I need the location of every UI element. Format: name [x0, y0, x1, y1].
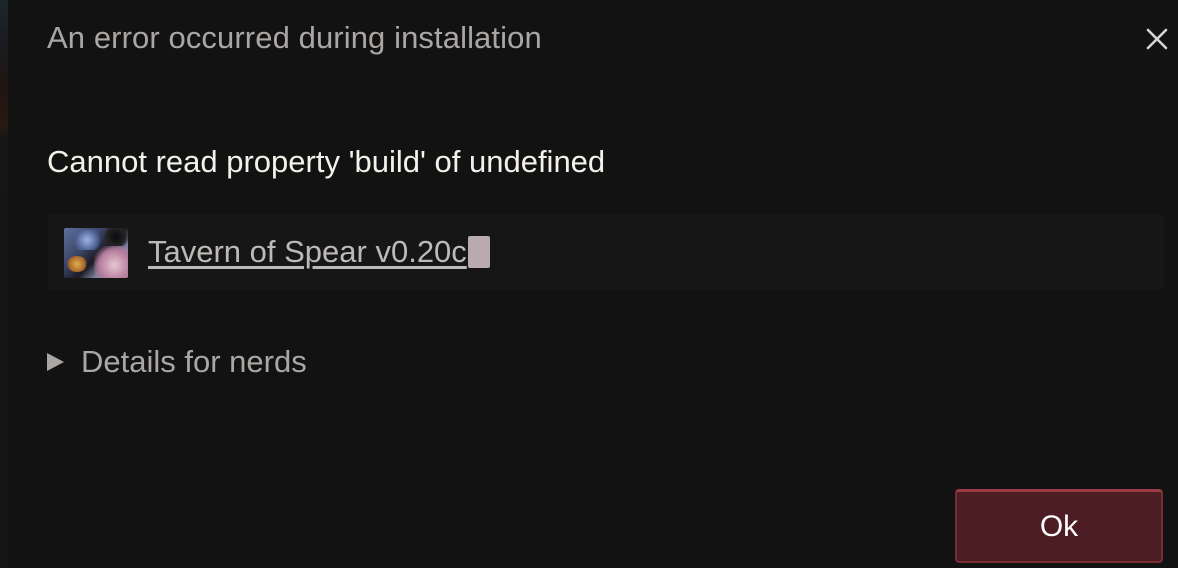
game-row: Tavern of Spear v0.20c: [48, 214, 1164, 290]
background-window-edge: [0, 0, 8, 568]
details-toggle[interactable]: Details for nerds: [47, 342, 307, 382]
disclosure-triangle-icon: [47, 353, 64, 371]
dialog-title: An error occurred during installation: [47, 20, 542, 55]
details-label: Details for nerds: [81, 344, 307, 379]
close-icon: [1146, 28, 1168, 50]
game-thumbnail: [64, 228, 128, 278]
ok-button-label: Ok: [1039, 509, 1079, 543]
close-button[interactable]: [1140, 22, 1174, 56]
text-cursor: [467, 236, 490, 268]
error-dialog: An error occurred during installation Ca…: [0, 0, 1178, 568]
game-title-text: Tavern of Spear v0.20c: [148, 234, 467, 269]
ok-button[interactable]: Ok: [955, 489, 1163, 563]
game-title-link[interactable]: Tavern of Spear v0.20c: [148, 234, 490, 270]
error-message: Cannot read property 'build' of undefine…: [47, 144, 606, 179]
